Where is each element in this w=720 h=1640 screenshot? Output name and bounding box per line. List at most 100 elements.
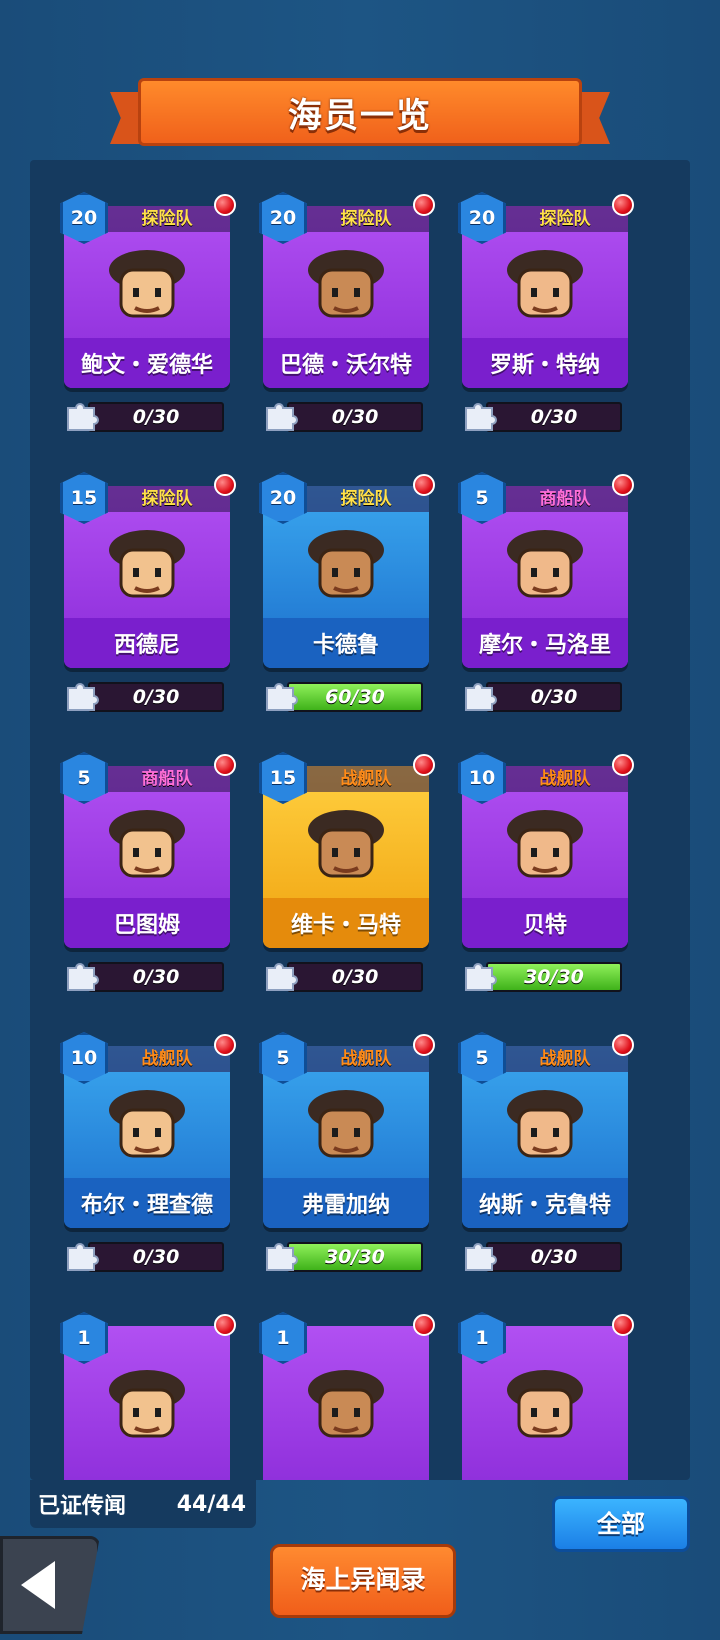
fragment-progress: 30/30 — [458, 956, 628, 996]
fragment-progress: 0/30 — [458, 1236, 628, 1276]
crew-name: 纳斯・克鲁特 — [462, 1178, 628, 1228]
tricorn-noble-avatar — [296, 516, 396, 616]
puzzle-piece-icon — [263, 958, 299, 992]
title-banner: 海员一览 — [110, 78, 610, 148]
progress-text: 0/30 — [132, 686, 180, 708]
puzzle-piece-icon — [64, 1238, 100, 1272]
feathered-hat-avatar — [495, 516, 595, 616]
notification-dot-icon — [612, 754, 634, 776]
filter-all-button[interactable]: 全部 — [552, 1496, 690, 1552]
team-label: 战舰队 — [502, 1046, 628, 1072]
sea-rumor-log-button[interactable]: 海上异闻录 — [270, 1544, 456, 1618]
notification-dot-icon — [612, 1314, 634, 1336]
crew-card[interactable]: ★☆☆☆☆布尔・理查德战舰队100/30 — [60, 1020, 236, 1278]
crew-name: 罗斯・特纳 — [462, 338, 628, 388]
notification-dot-icon — [413, 1034, 435, 1056]
crew-card[interactable]: ★★☆☆☆维卡・马特战舰队150/30 — [259, 740, 435, 998]
crew-card[interactable]: ★★☆☆☆鲍文・爱德华探险队200/30 — [60, 180, 236, 438]
notification-dot-icon — [214, 754, 236, 776]
crew-card[interactable]: ★☆☆☆☆纳斯・克鲁特战舰队50/30 — [458, 1020, 634, 1278]
team-label: 战舰队 — [303, 1046, 429, 1072]
page-title: 海员一览 — [288, 95, 432, 136]
banner: 海员一览 — [138, 78, 582, 146]
notification-dot-icon — [413, 194, 435, 216]
fragment-progress: 30/30 — [259, 1236, 429, 1276]
crew-name: 鲍文・爱德华 — [64, 338, 230, 388]
fragment-progress: 0/30 — [60, 1236, 230, 1276]
notification-dot-icon — [612, 1034, 634, 1056]
crew-name: 巴图姆 — [64, 898, 230, 948]
puzzle-piece-icon — [263, 398, 299, 432]
progress-bar: 30/30 — [287, 1242, 423, 1272]
puzzle-piece-icon — [462, 958, 498, 992]
crew-card[interactable]: ★☆☆☆☆弗雷加纳战舰队530/30 — [259, 1020, 435, 1278]
crew-card[interactable]: ★★☆☆☆西德尼探险队150/30 — [60, 460, 236, 718]
notification-dot-icon — [413, 474, 435, 496]
fragment-progress: 0/30 — [458, 676, 628, 716]
notification-dot-icon — [214, 1314, 236, 1336]
team-label: 战舰队 — [502, 766, 628, 792]
progress-text: 0/30 — [530, 686, 578, 708]
crew-card[interactable]: ★☆☆☆☆摩尔・马洛里商船队50/30 — [458, 460, 634, 718]
fragment-progress: 0/30 — [60, 956, 230, 996]
team-label: 探险队 — [303, 206, 429, 232]
crew-card[interactable]: ★★★☆☆巴德・沃尔特探险队200/30 — [259, 180, 435, 438]
progress-text: 60/30 — [325, 686, 385, 708]
crew-card[interactable]: 1 — [259, 1300, 435, 1480]
crew-name: 贝特 — [462, 898, 628, 948]
viking-sailor-avatar — [296, 236, 396, 336]
crew-name: 弗雷加纳 — [263, 1178, 429, 1228]
progress-bar: 0/30 — [88, 1242, 224, 1272]
fragment-progress: 0/30 — [259, 396, 429, 436]
puzzle-piece-icon — [263, 678, 299, 712]
fragment-progress: 60/30 — [259, 676, 429, 716]
progress-text: 0/30 — [530, 1246, 578, 1268]
puzzle-piece-icon — [462, 1238, 498, 1272]
crew-card[interactable]: 1 — [60, 1300, 236, 1480]
rumor-counter: 已证传闻 44/44 — [30, 1480, 256, 1528]
crew-name: 布尔・理查德 — [64, 1178, 230, 1228]
crew-name: 维卡・马特 — [263, 898, 429, 948]
team-label: 探险队 — [303, 486, 429, 512]
puzzle-piece-icon — [64, 678, 100, 712]
progress-bar: 0/30 — [486, 682, 622, 712]
crew-card[interactable]: ★★☆☆☆罗斯・特纳探险队200/30 — [458, 180, 634, 438]
notification-dot-icon — [612, 194, 634, 216]
counter-value: 44/44 — [176, 1491, 246, 1517]
turban-sailor-avatar — [97, 236, 197, 336]
crew-grid[interactable]: ★★☆☆☆鲍文・爱德华探险队200/30★★★☆☆巴德・沃尔特探险队200/30… — [30, 160, 690, 1480]
counter-label: 已证传闻 — [38, 1494, 127, 1519]
merchant-lady-avatar — [97, 796, 197, 896]
back-arrow-icon — [21, 1561, 55, 1609]
blonde-girl-avatar — [296, 1356, 396, 1456]
puzzle-piece-icon — [64, 398, 100, 432]
navy-officer-avatar — [97, 1076, 197, 1176]
tricorn-noble-avatar — [97, 1356, 197, 1456]
progress-text: 0/30 — [132, 406, 180, 428]
puzzle-piece-icon — [462, 398, 498, 432]
progress-text: 30/30 — [524, 966, 584, 988]
crew-card[interactable]: 1 — [458, 1300, 634, 1480]
progress-text: 0/30 — [331, 406, 379, 428]
progress-bar: 30/30 — [486, 962, 622, 992]
progress-bar: 0/30 — [88, 402, 224, 432]
progress-bar: 0/30 — [287, 962, 423, 992]
warrior-headband-avatar — [296, 796, 396, 896]
notification-dot-icon — [214, 194, 236, 216]
crew-card[interactable]: ★★☆☆☆贝特战舰队1030/30 — [458, 740, 634, 998]
crew-card[interactable]: ★☆☆☆☆巴图姆商船队50/30 — [60, 740, 236, 998]
progress-bar: 60/30 — [287, 682, 423, 712]
team-label: 探险队 — [502, 206, 628, 232]
notification-dot-icon — [612, 474, 634, 496]
fragment-progress: 0/30 — [458, 396, 628, 436]
progress-text: 30/30 — [325, 1246, 385, 1268]
crew-card[interactable]: ★★★☆☆卡德鲁探险队2060/30 — [259, 460, 435, 718]
fragment-progress: 0/30 — [60, 396, 230, 436]
progress-text: 0/30 — [132, 1246, 180, 1268]
progress-bar: 0/30 — [88, 962, 224, 992]
red-hair-girl-avatar — [495, 1356, 595, 1456]
puzzle-piece-icon — [263, 1238, 299, 1272]
crew-name: 西德尼 — [64, 618, 230, 668]
fragment-progress: 0/30 — [60, 676, 230, 716]
progress-text: 0/30 — [530, 406, 578, 428]
